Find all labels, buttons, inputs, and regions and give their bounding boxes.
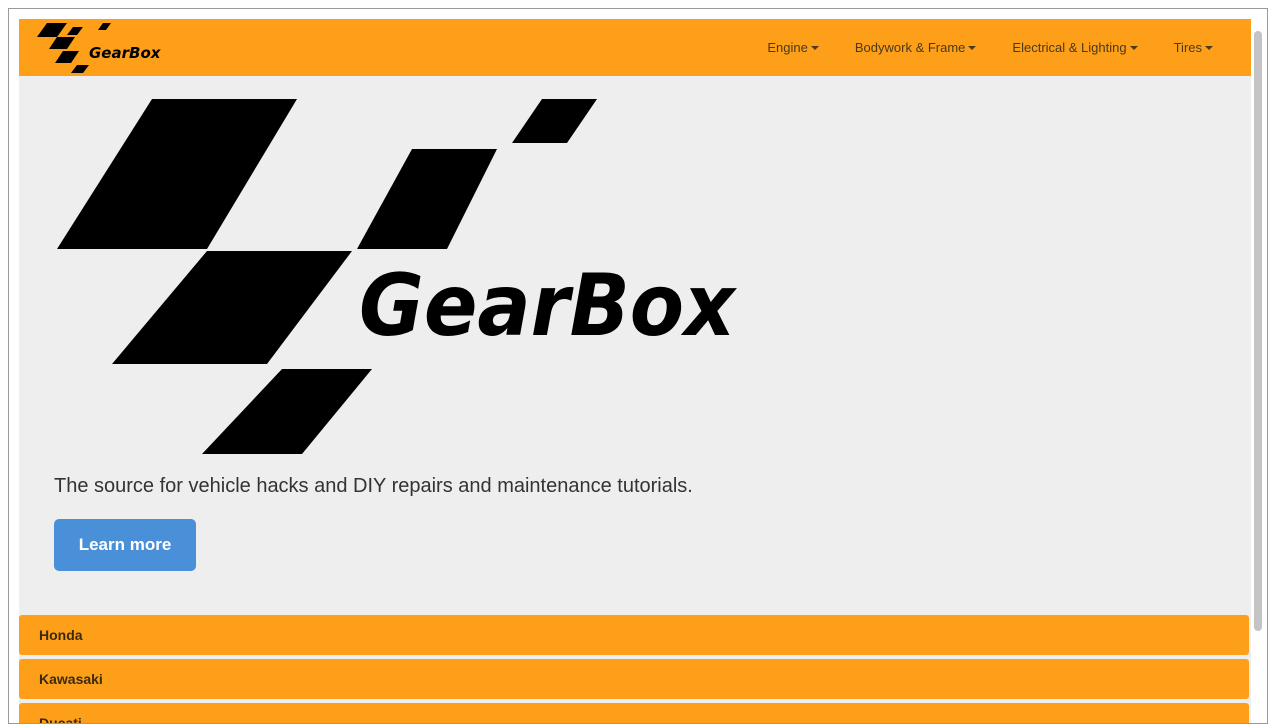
nav-item-electrical-lighting[interactable]: Electrical & Lighting	[994, 19, 1155, 76]
page-viewport: GearBox Engine Bodywork & Frame Electric…	[19, 19, 1251, 723]
brand-logo-text: GearBox	[89, 44, 162, 62]
logo-checker-block	[512, 99, 597, 143]
hero-tagline: The source for vehicle hacks and DIY rep…	[54, 475, 693, 497]
caret-down-icon	[1205, 45, 1213, 50]
hero-logo-text: GearBox	[359, 256, 737, 356]
caret-down-icon	[810, 45, 819, 50]
nav-item-tires[interactable]: Tires	[1156, 19, 1231, 76]
brand-row-label: Kawasaki	[39, 671, 103, 687]
nav-item-label: Tires	[1173, 40, 1202, 55]
nav-item-label: Electrical & Lighting	[1012, 40, 1127, 55]
nav-item-label: Engine	[767, 40, 808, 55]
scrollbar-thumb[interactable]	[1254, 31, 1262, 631]
browser-frame: GearBox Engine Bodywork & Frame Electric…	[8, 8, 1268, 724]
logo-checker-block	[202, 369, 372, 454]
brand-row-kawasaki[interactable]: Kawasaki	[19, 659, 1249, 699]
hero-logo: GearBox	[57, 99, 737, 454]
logo-checker-block	[357, 149, 497, 249]
navbar: GearBox Engine Bodywork & Frame Electric…	[19, 19, 1251, 76]
nav-item-bodywork-frame[interactable]: Bodywork & Frame	[837, 19, 995, 76]
caret-down-icon	[1129, 45, 1138, 50]
caret-down-icon	[968, 45, 977, 50]
learn-more-button[interactable]: Learn more	[54, 519, 196, 571]
nav-menu: Engine Bodywork & Frame Electrical & Lig…	[749, 19, 1231, 76]
brand-row-honda[interactable]: Honda	[19, 615, 1249, 655]
brand-row-label: Honda	[39, 627, 83, 643]
vertical-scrollbar[interactable]	[1253, 19, 1263, 723]
logo-checker-block	[57, 99, 297, 249]
brand-row-ducati[interactable]: Ducati	[19, 703, 1249, 723]
brand-row-label: Ducati	[39, 715, 82, 723]
nav-item-label: Bodywork & Frame	[854, 40, 966, 55]
brand-list: Honda Kawasaki Ducati	[19, 615, 1249, 723]
brand-logo[interactable]: GearBox	[37, 21, 173, 75]
nav-item-engine[interactable]: Engine	[749, 19, 836, 76]
logo-checker-block	[112, 251, 352, 364]
